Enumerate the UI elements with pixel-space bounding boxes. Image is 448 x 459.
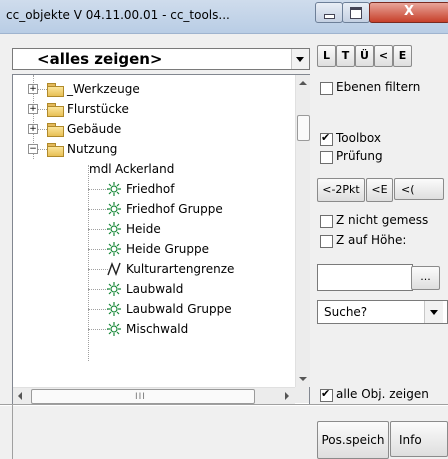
tree-node-label: Kulturartengrenze: [126, 262, 235, 276]
tree-vertical-scrollbar[interactable]: [295, 75, 310, 387]
sun-symbol-icon: [107, 282, 121, 296]
sun-symbol-icon: [107, 202, 121, 216]
mdl-icon: mdl: [89, 162, 112, 176]
z-auf-hoehe-label: Z auf Höhe:: [336, 233, 407, 247]
back-other-button[interactable]: <(: [394, 178, 444, 200]
toolbar-button-e[interactable]: E: [393, 45, 412, 67]
divider: [12, 405, 13, 459]
scroll-right-icon[interactable]: [279, 388, 295, 404]
scroll-thumb[interactable]: [297, 115, 310, 141]
line-symbol-icon: [107, 262, 121, 276]
collapse-icon[interactable]: −: [28, 144, 38, 154]
browse-button[interactable]: ...: [411, 266, 440, 290]
z-nicht-gemessen-label: Z nicht gemess: [336, 213, 429, 227]
toolbar-button-ue[interactable]: Ü: [355, 45, 374, 67]
toolbox-label: Toolbox: [336, 131, 381, 145]
tree-node-label: Flurstücke: [67, 102, 129, 116]
tree-guide-line: [88, 165, 89, 361]
toolbar-button-t[interactable]: T: [336, 45, 355, 67]
scroll-corner: [295, 387, 309, 403]
tree-node-label: Heide: [126, 222, 161, 236]
tree-horizontal-scrollbar[interactable]: III: [13, 387, 295, 404]
close-button[interactable]: X: [369, 2, 448, 23]
tree-node-label: Nutzung: [67, 142, 118, 156]
chevron-down-icon[interactable]: [424, 301, 443, 323]
sun-symbol-icon: [107, 322, 121, 336]
back-e-button[interactable]: <E: [366, 178, 393, 202]
tree-node-label: Mischwald: [126, 322, 189, 336]
pruefung-label: Prüfung: [336, 149, 383, 163]
minimize-button[interactable]: [315, 2, 343, 23]
toolbar-button-l[interactable]: L: [317, 45, 336, 67]
tree-node-label: Laubwald Gruppe: [126, 302, 232, 316]
chevron-down-icon[interactable]: [291, 49, 309, 69]
window-title: cc_objekte V 04.11.00.01 - cc_tools...: [6, 8, 230, 22]
toolbar-button-lt[interactable]: <: [374, 45, 393, 67]
sun-symbol-icon: [107, 242, 121, 256]
pruefung-checkbox[interactable]: [320, 151, 333, 164]
info-button[interactable]: Info: [390, 421, 448, 457]
z-auf-hoehe-checkbox[interactable]: [320, 235, 333, 248]
maximize-icon: [350, 7, 362, 19]
scroll-down-icon[interactable]: [296, 371, 310, 387]
alle-obj-label: alle Obj. zeigen: [336, 387, 429, 401]
minimize-icon: [324, 14, 335, 19]
search-dropdown[interactable]: Suche?: [317, 300, 448, 324]
tree-node-label: Friedhof Gruppe: [126, 202, 223, 216]
back-2pkt-button[interactable]: <-2Pkt: [317, 178, 365, 202]
search-selected-value: Suche?: [324, 305, 368, 319]
z-nicht-gemessen-checkbox[interactable]: [320, 215, 333, 228]
scroll-left-icon[interactable]: [13, 388, 29, 404]
filter-selected-value: <alles zeigen>: [37, 50, 163, 68]
sun-symbol-icon: [107, 182, 121, 196]
pos-speich-button[interactable]: Pos.speich: [317, 421, 389, 459]
folder-icon: [47, 83, 64, 97]
value-input[interactable]: [317, 264, 413, 291]
expand-icon[interactable]: +: [28, 124, 38, 134]
folder-icon: [47, 103, 64, 117]
close-icon: X: [404, 4, 415, 19]
ebenen-filtern-checkbox[interactable]: [320, 82, 333, 95]
scroll-up-icon[interactable]: [296, 75, 310, 91]
scroll-thumb-horizontal[interactable]: III: [31, 389, 255, 404]
toolbox-checkbox[interactable]: [320, 131, 333, 146]
tree-node-label: Friedhof: [126, 182, 175, 196]
tree-node-label: Gebäude: [67, 122, 122, 136]
expand-icon[interactable]: +: [28, 84, 38, 94]
folder-icon: [47, 123, 64, 137]
tree-node-label: Ackerland: [115, 162, 175, 176]
divider: [0, 405, 448, 406]
sun-symbol-icon: [107, 302, 121, 316]
expand-icon[interactable]: +: [28, 104, 38, 114]
object-tree[interactable]: + _Werkzeuge + Flurstücke + Gebäude − Nu…: [12, 74, 310, 406]
grip-icon: III: [135, 392, 146, 402]
sun-symbol-icon: [107, 222, 121, 236]
alle-obj-checkbox[interactable]: [320, 387, 333, 402]
folder-open-icon: [47, 143, 64, 157]
filter-dropdown[interactable]: <alles zeigen>: [12, 48, 310, 70]
tree-node-label: _Werkzeuge: [67, 82, 140, 96]
ebenen-filtern-label: Ebenen filtern: [336, 80, 421, 94]
title-bar: cc_objekte V 04.11.00.01 - cc_tools... X: [0, 0, 448, 34]
maximize-button[interactable]: [342, 2, 370, 23]
tree-node-label: Laubwald: [126, 282, 184, 296]
tree-node-label: Heide Gruppe: [126, 242, 210, 256]
